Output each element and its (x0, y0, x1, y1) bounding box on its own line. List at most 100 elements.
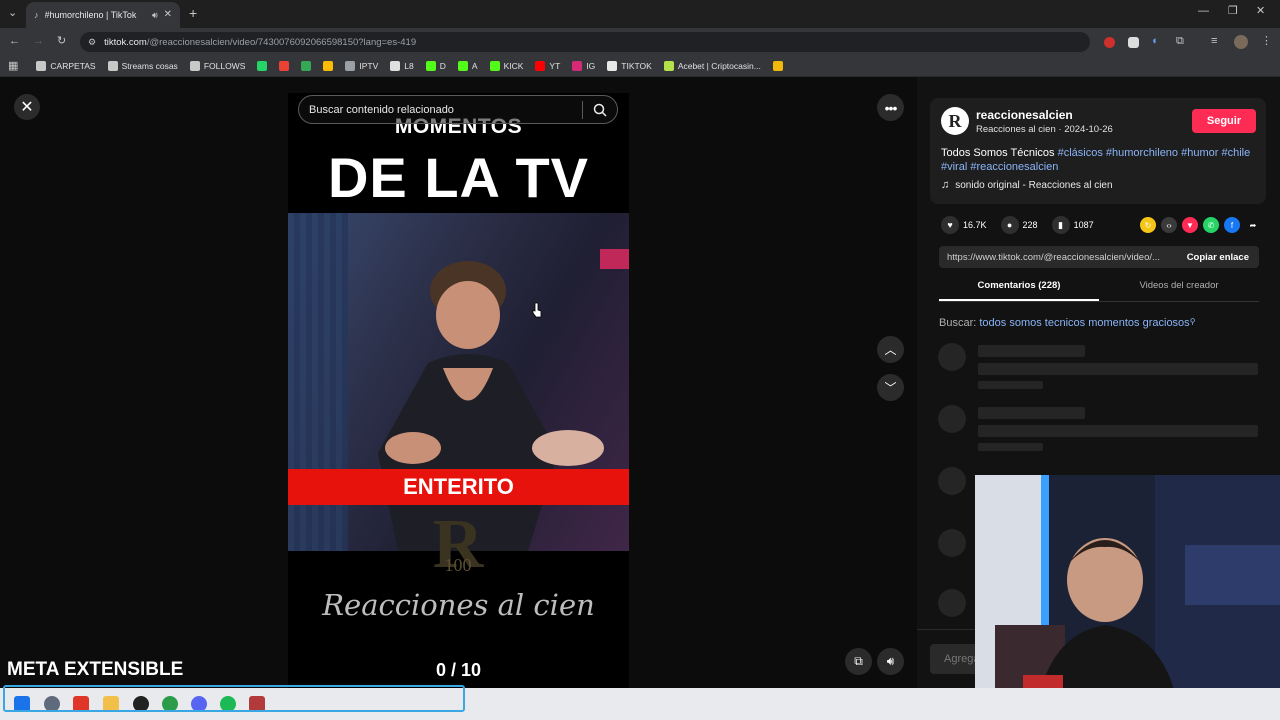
whatsapp-icon[interactable]: ✆ (1203, 217, 1219, 233)
search-query-link[interactable]: todos somos tecnicos momentos graciosos (979, 317, 1189, 329)
browser-menu-icon[interactable]: ⋮ (1261, 36, 1272, 47)
copy-link-button[interactable]: Copiar enlace (1177, 252, 1259, 263)
bookmark-item[interactable]: Streams cosas (107, 61, 178, 71)
send-icon[interactable]: ▼ (1182, 217, 1198, 233)
media-queue-icon[interactable]: ≡ (1211, 36, 1217, 47)
tab-search-icon[interactable]: ⌄ (8, 8, 17, 19)
skeleton-line (978, 345, 1085, 357)
hashtag-link[interactable]: #reaccionesalcien (970, 161, 1058, 173)
facebook-icon[interactable]: f (1224, 217, 1240, 233)
hashtag-link[interactable]: #clásicos (1058, 147, 1103, 159)
bookmark-label: IG (586, 61, 596, 71)
next-video-button[interactable]: ﹀ (877, 374, 904, 401)
bookmark-item[interactable] (301, 61, 312, 71)
window-close-icon[interactable]: ✕ (1256, 6, 1265, 17)
address-field[interactable]: ⚙ tiktok.com/@reaccionesalcien/video/743… (80, 32, 1090, 52)
music-row[interactable]: ♫ sonido original - Reacciones al cien (941, 179, 1113, 192)
tab-creator-videos[interactable]: Videos del creador (1099, 280, 1259, 301)
bookmark-item[interactable]: CARPETAS (36, 61, 96, 71)
bookmark-item[interactable] (323, 61, 334, 71)
share-link-url[interactable]: https://www.tiktok.com/@reaccionesalcien… (939, 252, 1177, 263)
channel-logo-number: 100 (444, 555, 472, 575)
extension-red-icon[interactable] (1104, 37, 1115, 48)
bookmark-label: CARPETAS (50, 61, 96, 71)
bookmark-item[interactable]: IPTV (345, 61, 378, 71)
bookmark-label: A (471, 61, 478, 71)
bookmark-item[interactable]: D (425, 61, 446, 71)
extension-wave-icon[interactable]: ◖ (1151, 36, 1158, 47)
bookmark-item[interactable]: A (457, 61, 478, 71)
creator-avatar[interactable]: R (941, 107, 969, 135)
repost-icon[interactable]: ↻ (1140, 217, 1156, 233)
bookmark-item[interactable]: Acebet | Criptocasin... (663, 61, 761, 71)
profile-avatar[interactable] (1234, 35, 1248, 49)
bookmark-favicon-icon (607, 61, 618, 71)
previous-video-button[interactable]: ︿ (877, 336, 904, 363)
skeleton-line (978, 407, 1085, 419)
skeleton-line (978, 425, 1258, 437)
creator-username[interactable]: reaccionesalcien (976, 108, 1073, 122)
bookmark-item[interactable] (279, 61, 290, 71)
bookmark-item[interactable]: IG (572, 61, 595, 71)
share-arrow-icon[interactable]: ➦ (1245, 217, 1261, 233)
more-options-button[interactable]: ••• (877, 94, 904, 121)
video-banner: ENTERITO (288, 469, 629, 505)
new-tab-icon[interactable]: + (189, 6, 197, 20)
browser-tab[interactable]: ♪ #humorchileno | TikTok 🔊︎ ✕ (26, 2, 180, 28)
skeleton-avatar (938, 467, 966, 495)
bookmark-item[interactable] (257, 61, 268, 71)
extensions-puzzle-icon[interactable]: ⧉ (1176, 36, 1184, 47)
hashtag-link[interactable]: #chile (1221, 147, 1250, 159)
comment-button[interactable]: ● 228 (1000, 216, 1038, 234)
embed-icon[interactable]: ‹› (1161, 217, 1177, 233)
bookmark-item[interactable]: L8 (390, 61, 414, 71)
search-prefix: Buscar: (939, 317, 977, 329)
bookmark-item[interactable]: KICK (489, 61, 524, 71)
bookmark-favicon-icon (663, 61, 674, 71)
bookmark-item[interactable] (772, 61, 783, 71)
picture-in-picture-button[interactable]: ⧉ (845, 648, 872, 675)
reload-icon[interactable]: ↻ (57, 36, 66, 47)
tab-comments[interactable]: Comentarios (228) (939, 280, 1099, 301)
search-icon[interactable] (593, 103, 607, 117)
bookmark-item[interactable]: TIKTOK (607, 61, 652, 71)
close-video-button[interactable]: ✕ (14, 94, 40, 120)
tab-audio-icon[interactable]: 🔊︎ (152, 10, 158, 20)
webcam-image (975, 475, 1280, 720)
bookmark-label: KICK (503, 61, 524, 71)
bookmark-item[interactable]: YT (535, 61, 560, 71)
browser-tab-bar: ⌄ ♪ #humorchileno | TikTok 🔊︎ ✕ + — ❐ ✕ (0, 0, 1280, 28)
minimize-icon[interactable]: — (1198, 6, 1209, 17)
folder-icon (36, 61, 47, 71)
bookmark-favicon-icon (457, 61, 468, 71)
video-player[interactable]: MOMENTOS DE LA TV ENTERITO R 100 Reaccio… (288, 93, 629, 688)
extension-shield-icon[interactable] (1128, 37, 1139, 48)
comment-icon: ● (1000, 216, 1019, 234)
skeleton-avatar (938, 343, 966, 371)
follow-button[interactable]: Seguir (1192, 109, 1256, 133)
site-info-icon[interactable]: ⚙ (88, 37, 96, 47)
share-link-row: https://www.tiktok.com/@reaccionesalcien… (939, 246, 1259, 268)
apps-grid-icon[interactable]: ▦ (8, 60, 18, 72)
tiktok-favicon-icon: ♪ (34, 9, 39, 20)
restore-icon[interactable]: ❐ (1228, 6, 1238, 17)
hashtag-link[interactable]: #viral (941, 161, 967, 173)
like-button[interactable]: ♥ 16.7K (941, 216, 987, 234)
hashtag-link[interactable]: #humorchileno (1106, 147, 1178, 159)
bookmark-favicon-icon (279, 61, 290, 71)
bookmark-item[interactable]: FOLLOWS (189, 61, 245, 71)
volume-button[interactable]: 🔊︎ (877, 648, 904, 675)
related-search-input[interactable]: Buscar contenido relacionado (298, 95, 618, 124)
comment-search-suggestion[interactable]: Buscar: todos somos tecnicos momentos gr… (939, 317, 1196, 329)
bookmark-label: Streams cosas (121, 61, 178, 71)
bookmarks-bar: ▦ CARPETAS Streams cosas FOLLOWS IPTV L8 D A KI… (0, 56, 1280, 77)
forward-icon[interactable]: → (33, 36, 44, 47)
music-note-icon: ♫ (941, 179, 950, 191)
save-button[interactable]: ▮ 1087 (1051, 216, 1094, 234)
folder-icon (189, 61, 200, 71)
hashtag-link[interactable]: #humor (1181, 147, 1218, 159)
bookmark-label: D (439, 61, 446, 71)
bookmark-favicon-icon (301, 61, 312, 71)
back-icon[interactable]: ← (9, 36, 20, 47)
tab-close-icon[interactable]: ✕ (164, 10, 172, 20)
